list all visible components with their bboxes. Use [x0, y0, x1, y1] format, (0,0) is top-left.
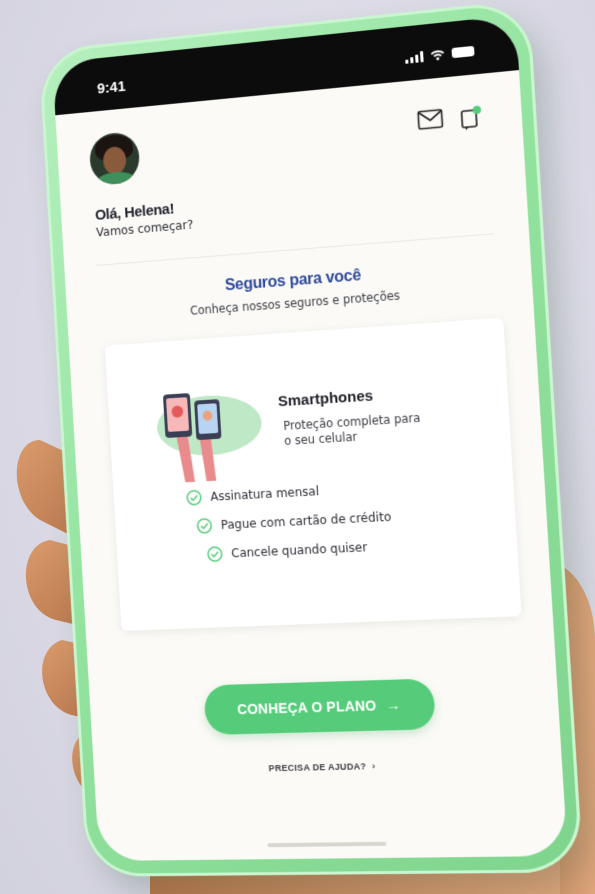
battery-icon	[451, 45, 475, 59]
card-description: Proteção completa para o seu celular	[282, 410, 421, 448]
benefits-list: Assinatura mensal Pague com cartão de cr…	[186, 479, 394, 576]
check-circle-icon	[196, 518, 212, 535]
chevron-right-icon: ›	[371, 761, 376, 772]
check-circle-icon	[186, 489, 202, 506]
card-title: Smartphones	[277, 387, 374, 411]
benefit-item: Cancele quando quiser	[207, 538, 394, 562]
status-time: 9:41	[96, 77, 126, 97]
benefit-text: Pague com cartão de crédito	[220, 509, 392, 533]
signal-icon	[405, 50, 424, 64]
home-indicator	[267, 841, 387, 848]
check-circle-icon	[207, 546, 223, 563]
status-icons	[405, 45, 475, 64]
view-plan-button[interactable]: CONHEÇA O PLANO →	[203, 678, 437, 735]
help-link[interactable]: PRECISA DE AJUDA? ›	[94, 757, 563, 777]
benefit-item: Pague com cartão de crédito	[196, 509, 392, 535]
app-screen: 9:41 Olá, Helena! Vamos começar? Seguros…	[52, 14, 568, 862]
insurance-card[interactable]: Smartphones Proteção completa para o seu…	[104, 317, 522, 632]
smartphone-illustration	[155, 392, 264, 483]
phone-device: 9:41 Olá, Helena! Vamos começar? Seguros…	[38, 0, 584, 877]
benefit-text: Cancele quando quiser	[230, 540, 368, 561]
notification-icon[interactable]	[459, 104, 483, 130]
wifi-icon	[430, 48, 445, 60]
arrow-right-icon: →	[385, 696, 402, 714]
avatar[interactable]	[88, 130, 141, 187]
benefit-text: Assinatura mensal	[210, 484, 320, 504]
help-label: PRECISA DE AJUDA?	[268, 761, 367, 774]
view-plan-label: CONHEÇA O PLANO	[236, 697, 377, 718]
header-actions	[416, 104, 483, 134]
envelope-icon[interactable]	[416, 108, 444, 131]
